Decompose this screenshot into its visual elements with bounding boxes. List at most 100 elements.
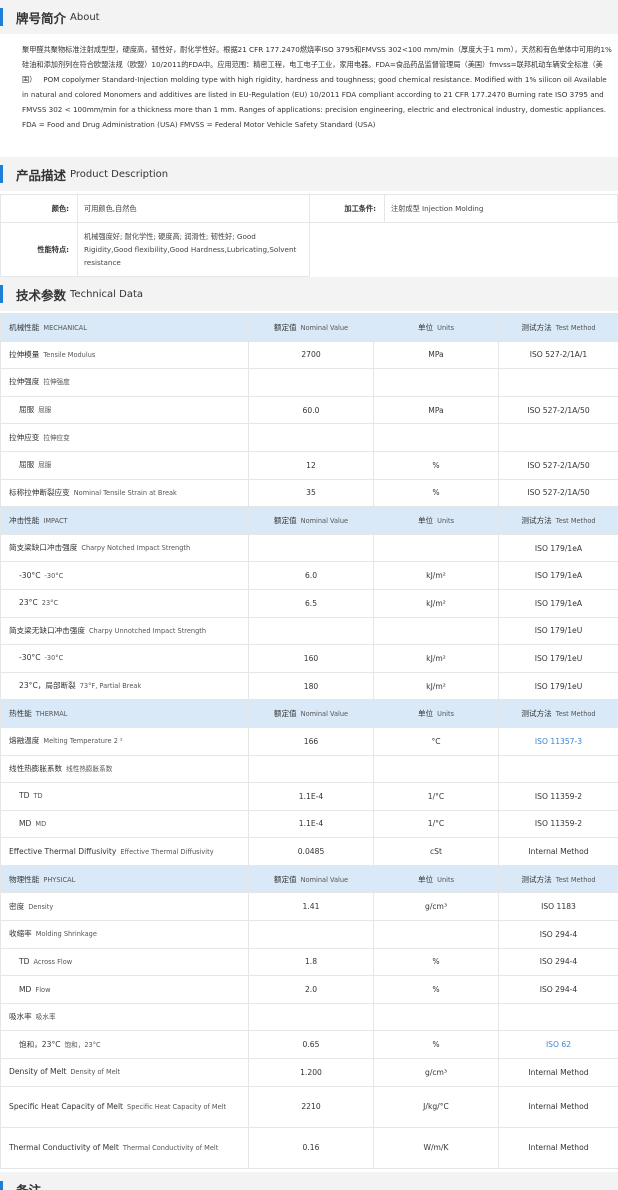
nominal-value	[248, 1002, 374, 1032]
test-method: ISO 527-2/1A/50	[498, 478, 618, 508]
test-method	[498, 368, 618, 397]
nominal-value	[248, 423, 374, 452]
table-row: -30°C -30°C 160 kJ/m² ISO 179/1eU	[0, 644, 618, 673]
unit: %	[373, 450, 499, 480]
table-row: 屈服 屈服 60.0 MPa ISO 527-2/1A/50	[0, 395, 618, 425]
tech-title-cn: 技术参数	[16, 287, 67, 303]
description-section-header: 产品描述 Product Description	[0, 157, 618, 191]
table-row: 屈服 屈服 12% ISO 527-2/1A/50	[0, 450, 618, 480]
features-value: 机械强度好; 耐化学性; 硬度高; 润滑性; 韧性好; Good Rigidit…	[77, 222, 310, 277]
property-name: -30°C -30°C	[0, 561, 249, 590]
unit: 1/°C	[373, 809, 499, 839]
unit: cSt	[373, 837, 499, 866]
test-method: ISO 179/1eA	[498, 561, 618, 590]
unit-column-header: 单位 Units	[373, 699, 499, 728]
value-column-header: 额定值 Nominal Value	[248, 699, 374, 728]
property-name: 熔融温度 Melting Temperature 2 ²	[0, 726, 249, 756]
test-method	[498, 754, 618, 784]
test-method: ISO 11359-2	[498, 782, 618, 811]
technical-data-table: 机械性能 MECHANICAL 额定值 Nominal Value 单位 Units 测试方…	[0, 313, 618, 1169]
nominal-value: 12	[248, 450, 374, 480]
category-name: 物理性能 PHYSICAL	[0, 864, 249, 894]
unit: MPa	[373, 395, 499, 425]
table-row: 简支梁缺口冲击强度 Charpy Notched Impact Strength I…	[0, 533, 618, 563]
table-row: MD MD 1.1E-4 1/°C ISO 11359-2	[0, 809, 618, 839]
unit	[373, 1002, 499, 1032]
property-name: 23°C，局部断裂 73°F, Partial Break	[0, 671, 249, 701]
unit: °C	[373, 726, 499, 756]
nominal-value: 1.8	[248, 947, 374, 977]
description-title-en: Product Description	[70, 168, 169, 180]
table-row: MD Flow 2.0% ISO 294-4	[0, 975, 618, 1004]
nominal-value	[248, 368, 374, 397]
about-text: 聚甲醛共聚物标准注射成型型，硬度高，韧性好，耐化学性好。根据21 CFR 177…	[0, 42, 618, 156]
description-title-cn: 产品描述	[16, 167, 67, 183]
unit: %	[373, 1030, 499, 1060]
property-name: Effective Thermal Diffusivity Effective T…	[0, 837, 249, 866]
property-name: 屈服 屈服	[0, 395, 249, 425]
nominal-value: 0.0485	[248, 837, 374, 866]
property-name: 线性热膨胀系数 线性热膨胀系数	[0, 754, 249, 784]
section-accent-bar	[0, 1181, 3, 1190]
table-row: -30°C -30°C 6.0 kJ/m² ISO 179/1eA	[0, 561, 618, 590]
property-name: TD TD	[0, 782, 249, 811]
nominal-value	[248, 754, 374, 784]
nominal-value: 60.0	[248, 395, 374, 425]
property-name: 23°C 23°C	[0, 588, 249, 618]
test-method: ISO 294-4	[498, 975, 618, 1004]
about-title-cn: 牌号简介	[16, 10, 67, 26]
notes-section-header: 备注	[0, 1172, 618, 1190]
process-value: 注射成型 Injection Molding	[384, 194, 618, 223]
test-method: Internal Method	[498, 837, 618, 866]
nominal-value: 160	[248, 644, 374, 673]
tech-section-header: 技术参数 Technical Data	[0, 277, 618, 311]
section-accent-bar	[0, 8, 3, 26]
unit: kJ/m²	[373, 644, 499, 673]
nominal-value: 6.5	[248, 588, 374, 618]
property-name: Thermal Conductivity of Melt Thermal Cond…	[0, 1126, 249, 1169]
value-column-header: 额定值 Nominal Value	[248, 313, 374, 342]
category-name: 冲击性能 IMPACT	[0, 506, 249, 535]
color-value: 可用颜色,自然色	[77, 194, 310, 223]
features-label: 性能特点:	[0, 222, 78, 277]
table-row: 饱和，23°C 饱和，23°C 0.65% ISO 62	[0, 1030, 618, 1060]
test-method: ISO 294-4	[498, 920, 618, 949]
property-name: 标称拉伸断裂应变 Nominal Tensile Strain at Break	[0, 478, 249, 508]
table-row: 23°C 23°C 6.5 kJ/m² ISO 179/1eA	[0, 588, 618, 618]
nominal-value: 1.41	[248, 892, 374, 922]
unit: %	[373, 478, 499, 508]
table-row: 密度 Density 1.41 g/cm³ ISO 1183	[0, 892, 618, 922]
description-table: 颜色: 可用颜色,自然色 加工条件: 注射成型 Injection Moldin…	[0, 194, 618, 277]
test-method: ISO 179/1eU	[498, 671, 618, 701]
property-name: 拉伸强度 拉伸强度	[0, 368, 249, 397]
unit	[373, 533, 499, 563]
nominal-value: 0.65	[248, 1030, 374, 1060]
about-section-header: 牌号简介 About	[0, 0, 618, 34]
table-row: 标称拉伸断裂应变 Nominal Tensile Strain at Break 3…	[0, 478, 618, 508]
tech-category-header: 热性能 THERMAL 额定值 Nominal Value 单位 Units 测试方法 Tes…	[0, 699, 618, 728]
about-title-en: About	[70, 11, 100, 23]
test-method-link[interactable]: ISO 62	[498, 1030, 618, 1060]
property-name: 简支梁缺口冲击强度 Charpy Notched Impact Strength	[0, 533, 249, 563]
property-name: -30°C -30°C	[0, 644, 249, 673]
test-method: ISO 1183	[498, 892, 618, 922]
unit	[373, 616, 499, 646]
property-name: MD Flow	[0, 975, 249, 1004]
table-row: 吸水率 吸水率	[0, 1002, 618, 1032]
unit	[373, 368, 499, 397]
nominal-value: 1.1E-4	[248, 782, 374, 811]
nominal-value	[248, 616, 374, 646]
color-label: 颜色:	[0, 194, 78, 223]
test-method: ISO 179/1eA	[498, 588, 618, 618]
tech-title-en: Technical Data	[70, 288, 143, 300]
test-method: ISO 179/1eU	[498, 644, 618, 673]
unit: kJ/m²	[373, 561, 499, 590]
table-row: 熔融温度 Melting Temperature 2 ² 166 °C ISO 1135…	[0, 726, 618, 756]
property-name: 密度 Density	[0, 892, 249, 922]
test-method: ISO 294-4	[498, 947, 618, 977]
property-name: 拉伸模量 Tensile Modulus	[0, 340, 249, 370]
table-row: 拉伸模量 Tensile Modulus 2700 MPa ISO 527-2/1A/1	[0, 340, 618, 370]
nominal-value	[248, 533, 374, 563]
test-method-link[interactable]: ISO 11357-3	[498, 726, 618, 756]
method-column-header: 测试方法 Test Method	[498, 313, 618, 342]
